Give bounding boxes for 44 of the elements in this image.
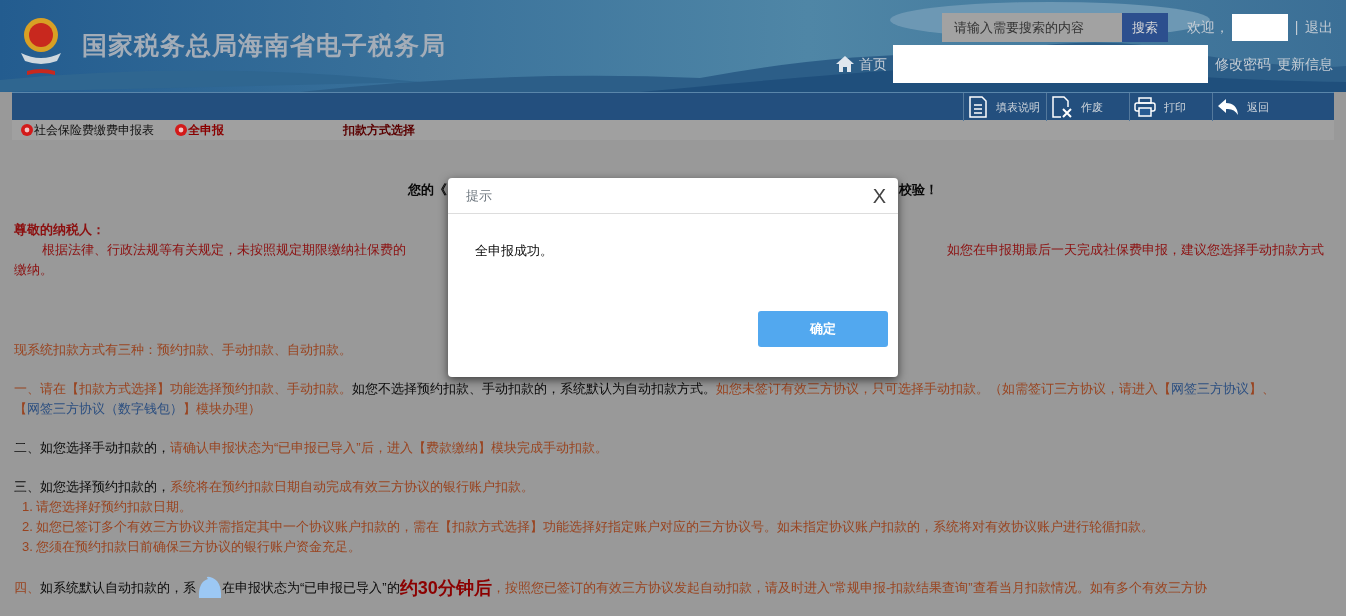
list-item-text: 3. 您须在预约扣款日前确保三方协议的银行账户资金充足。 bbox=[21, 537, 363, 556]
document-delete-icon bbox=[1051, 96, 1073, 118]
rule-text: 在申报状态为“已申报已导入”的 bbox=[222, 578, 400, 595]
rule-text: 二、如您选择手动扣款的，请确认申报状态为“已申报已导入”后，进入【费款缴纳】模块完成手动扣款。 bbox=[14, 438, 609, 457]
breadcrumb-link[interactable]: 扣款方式选择 bbox=[343, 121, 415, 139]
paragraph-text: 如您在申报期最后一天完成社保费申报，建议您选择手动扣款方式 bbox=[947, 240, 1324, 259]
greeting-text: 尊敬的纳税人： bbox=[14, 220, 106, 239]
flower-icon bbox=[20, 123, 34, 137]
breadcrumb-link[interactable]: 全申报 bbox=[187, 121, 224, 139]
welcome-text: 欢迎， bbox=[1187, 18, 1230, 37]
home-link[interactable]: 首页 bbox=[858, 53, 887, 75]
paragraph-text: 缴纳。 bbox=[14, 260, 54, 279]
home-icon[interactable] bbox=[835, 55, 856, 74]
rule-text: 如系统默认自动扣款的，系 bbox=[40, 578, 196, 597]
rule-text: 约30分钟后 bbox=[399, 577, 492, 598]
breadcrumb-link[interactable]: 社会保险费缴费申报表 bbox=[34, 121, 154, 139]
rule-text: 一、请在【扣款方式选择】功能选择预约扣款、手动扣款。如您不选择预约扣款、手动扣款的，系统默认为自动扣款方式。如您未签订有效三方协议，只可选择手动扣款。（如需签订三方协议，请进入【网签三方协议】、【网签三方协议（数字钱包）】模块办理） bbox=[14, 379, 1276, 418]
search-button[interactable]: 搜索 bbox=[1121, 13, 1168, 42]
close-button[interactable]: X bbox=[870, 180, 888, 211]
blob-icon bbox=[196, 575, 222, 598]
list-item-text: 2. 如您已签订多个有效三方协议并需指定其中一个协议账户扣款的，需在【扣款方式选择】功能选择好指定账户对应的三方协议号。如未指定协议账户扣款的，系统将对有效协议账户进行轮循扣款。 bbox=[21, 517, 1156, 536]
heading-text: 校验！ bbox=[899, 181, 938, 199]
header-link[interactable]: 更新信息 bbox=[1277, 53, 1333, 75]
rule-text: ，按照您已签订的有效三方协议发起自动扣款，请及时进入“常规申报-扣款结果查询”查看当月扣款情况。如有多个有效三方协 bbox=[491, 579, 1207, 595]
separator-text: | bbox=[1294, 18, 1299, 37]
header-link[interactable]: 修改密码 bbox=[1214, 53, 1271, 75]
dialog-title: 提示 bbox=[466, 186, 492, 205]
rule-text: 三、如您选择预约扣款的，系统将在预约扣款日期自动完成有效三方协议的银行账户扣款。 bbox=[14, 477, 535, 496]
dialog-message: 全申报成功。 bbox=[474, 242, 554, 260]
back-arrow-icon bbox=[1217, 98, 1239, 116]
agreement-link[interactable]: 网签三方协议 bbox=[1171, 380, 1249, 396]
document-icon bbox=[968, 96, 988, 118]
search-field[interactable]: 请输入需要搜索的内容 bbox=[941, 13, 1122, 42]
flower-icon bbox=[173, 123, 188, 137]
heading-text: 您的《 bbox=[408, 181, 447, 199]
logout-link[interactable]: 退出 bbox=[1305, 17, 1333, 38]
paragraph-text: 根据法律、行政法规等有关规定，未按照规定期限缴纳社保费的 bbox=[41, 240, 406, 259]
intro-text: 现系统扣款方式有三种：预约扣款、手动扣款、自动扣款。 bbox=[14, 340, 353, 359]
agreement-link[interactable]: 网签三方协议（数字钱包） bbox=[27, 400, 183, 416]
printer-icon bbox=[1134, 97, 1156, 117]
redaction-mask bbox=[1232, 14, 1289, 41]
rule-text: 四、 bbox=[14, 578, 40, 597]
list-item-text: 1. 请您选择好预约扣款日期。 bbox=[21, 497, 194, 516]
site-title: 国家税务总局海南省电子税务局 bbox=[82, 30, 446, 62]
